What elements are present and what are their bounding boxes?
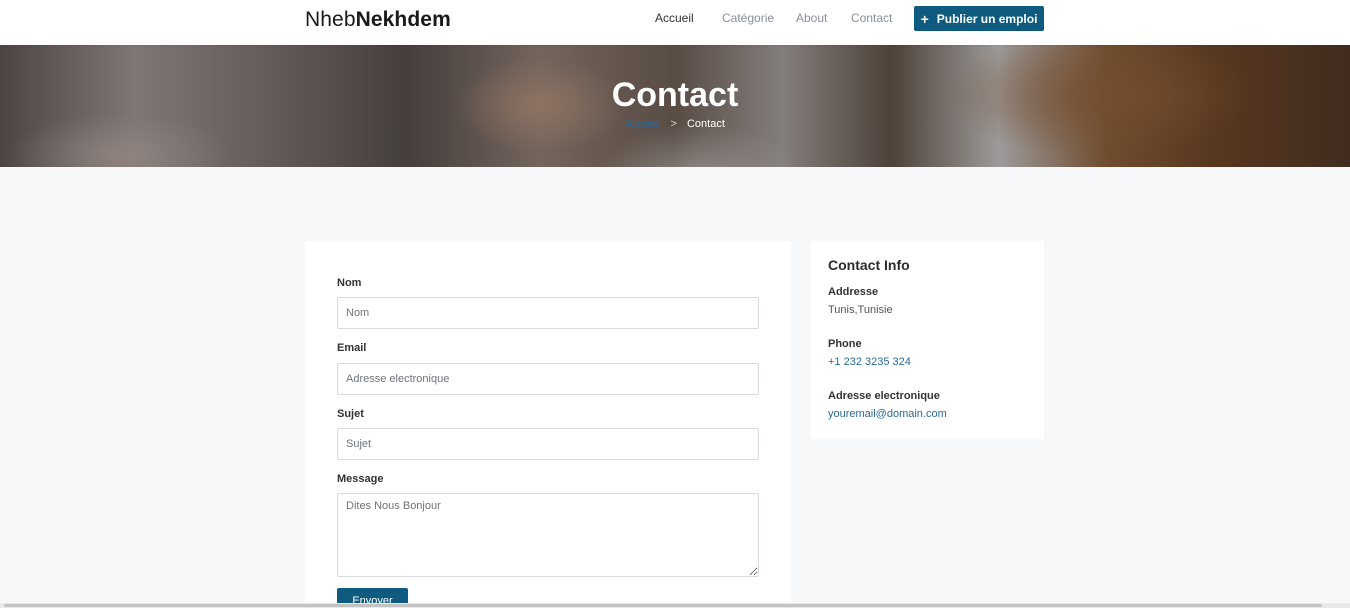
post-job-label: Publier un emploi (936, 11, 1038, 26)
address-label: Addresse (828, 286, 879, 298)
nav-item-contact[interactable]: Contact (851, 11, 892, 25)
horizontal-scrollbar[interactable] (0, 603, 1350, 608)
breadcrumb-current: Contact (686, 118, 725, 130)
breadcrumb: Accueil > Contact (0, 118, 1350, 130)
contact-form: Nom Email Sujet Message Envoyer (305, 241, 791, 608)
logo-light-text: Nheb (305, 8, 356, 31)
site-header: NhebNekhdem Accueil Catégorie About Cont… (0, 0, 1350, 45)
subject-label: Sujet (337, 408, 364, 420)
email-info-label: Adresse electronique (828, 390, 940, 402)
nav-item-about[interactable]: About (796, 11, 827, 25)
hero-banner: Contact Accueil > Contact (0, 45, 1350, 167)
site-logo[interactable]: NhebNekhdem (305, 8, 451, 32)
contact-info-title: Contact Info (828, 257, 910, 273)
phone-link[interactable]: +1 232 3235 324 (828, 356, 911, 368)
address-value: Tunis,Tunisie (828, 304, 893, 316)
email-input[interactable] (337, 363, 759, 395)
nav-item-categorie[interactable]: Catégorie (722, 11, 774, 25)
subject-input[interactable] (337, 428, 759, 460)
name-input[interactable] (337, 297, 759, 329)
name-label: Nom (337, 277, 362, 289)
logo-bold-text: Nekhdem (355, 8, 451, 31)
page-title: Contact (611, 76, 739, 114)
breadcrumb-separator: > (670, 118, 677, 130)
plus-icon: + (920, 10, 929, 27)
message-textarea[interactable] (337, 493, 759, 577)
scrollbar-thumb[interactable] (4, 604, 1322, 607)
post-job-button[interactable]: + Publier un emploi (914, 6, 1044, 31)
contact-info-card: Contact Info Addresse Tunis,Tunisie Phon… (811, 241, 1044, 439)
nav-item-accueil[interactable]: Accueil (655, 11, 694, 25)
breadcrumb-home-link[interactable]: Accueil (625, 118, 660, 130)
message-label: Message (337, 473, 384, 485)
email-label: Email (337, 342, 367, 354)
email-link[interactable]: youremail@domain.com (828, 408, 947, 420)
phone-label: Phone (828, 338, 862, 350)
